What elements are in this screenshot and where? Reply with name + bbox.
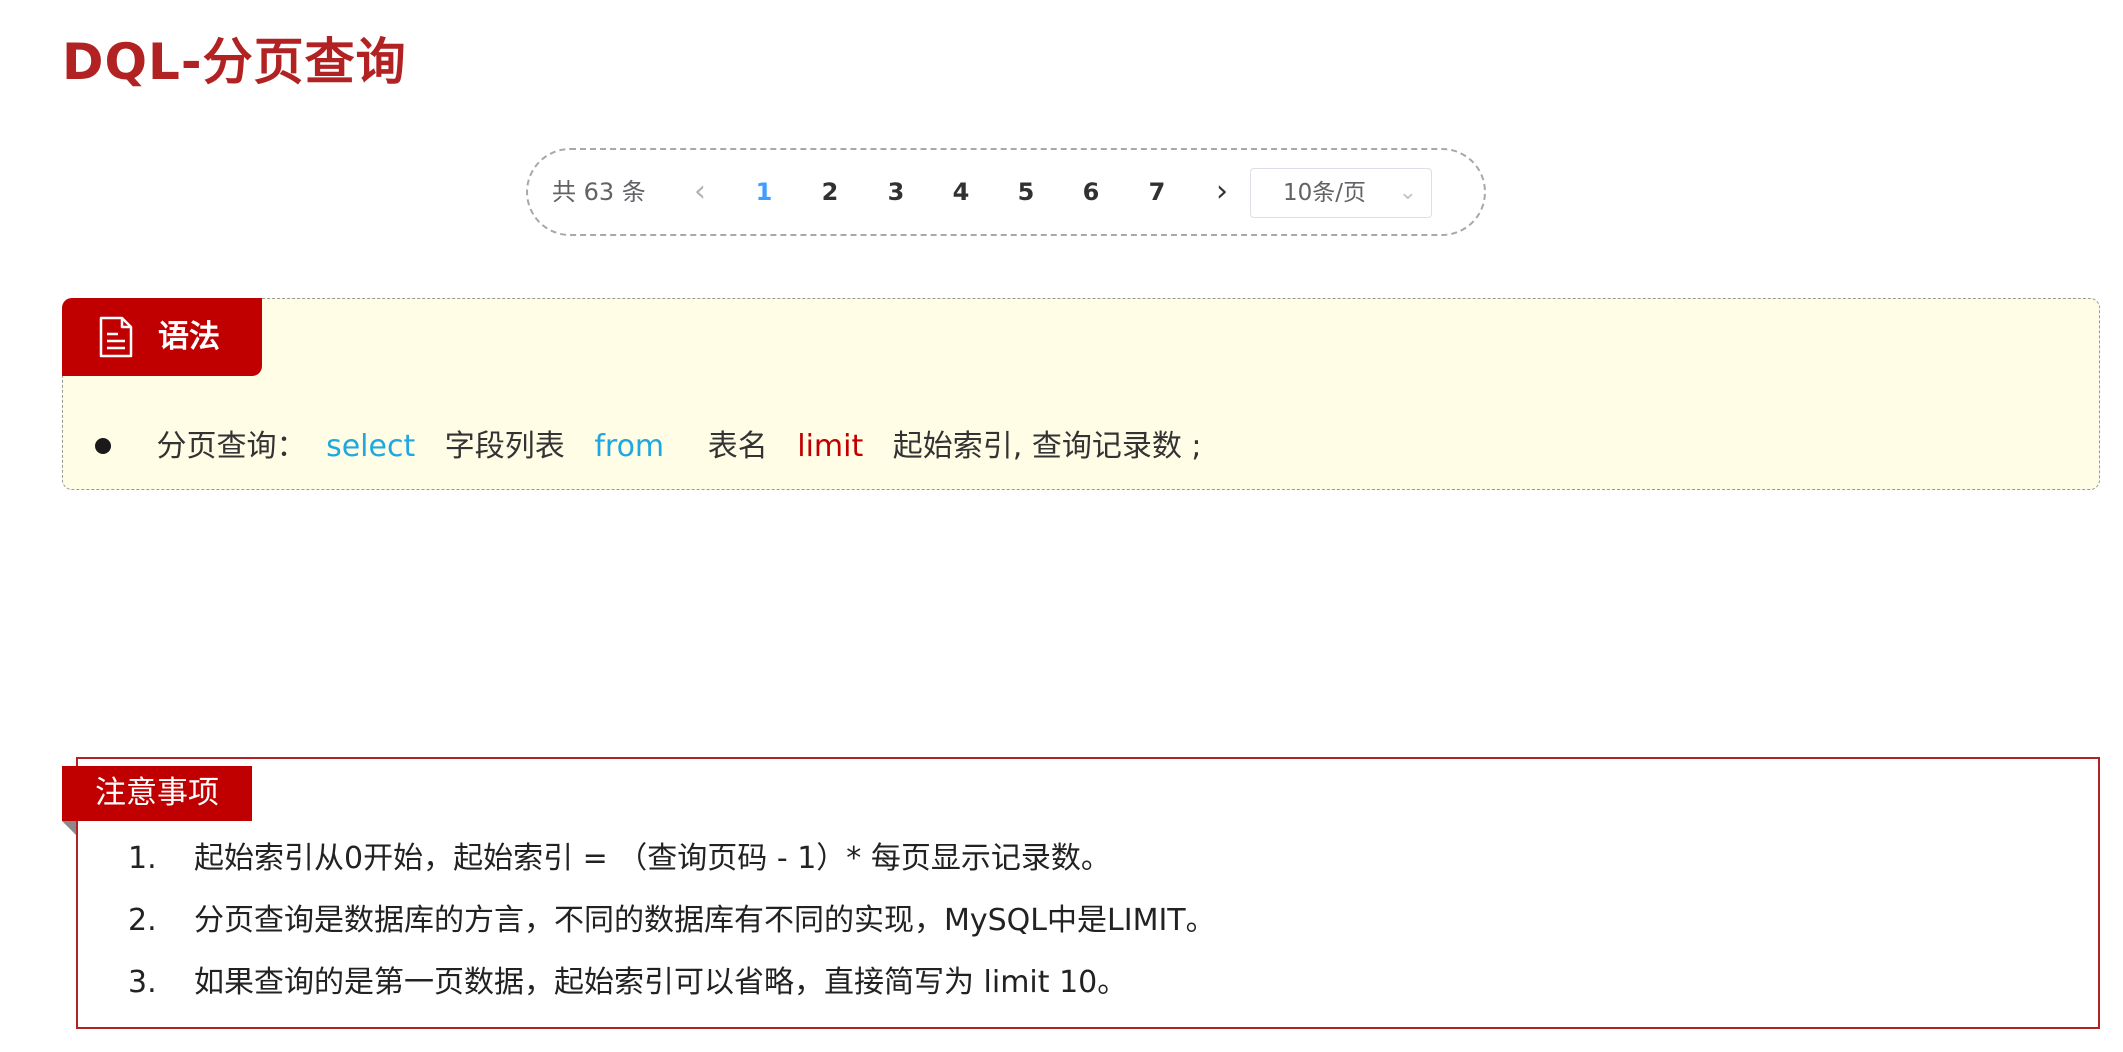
notes-tab-fold — [62, 821, 76, 835]
page-5-button[interactable]: 5 — [1004, 150, 1048, 234]
page-7-button[interactable]: 7 — [1135, 150, 1179, 234]
syntax-args: 起始索引, 查询记录数 ; — [892, 429, 1202, 464]
pagination-total: 共 63 条 — [552, 178, 646, 206]
list-item-text: 起始索引从0开始，起始索引 = （查询页码 - 1）* 每页显示记录数。 — [194, 841, 1111, 876]
next-page-button[interactable]: › — [1202, 150, 1242, 234]
syntax-prefix: 分页查询： — [156, 429, 307, 464]
syntax-fields: 字段列表 — [444, 429, 565, 464]
page-6-button[interactable]: 6 — [1069, 150, 1113, 234]
keyword-select: select — [326, 429, 416, 464]
syntax-table: 表名 — [707, 429, 768, 464]
page-3-button[interactable]: 3 — [874, 150, 918, 234]
list-item-text: 分页查询是数据库的方言，不同的数据库有不同的实现，MySQL中是LIMIT。 — [194, 903, 1216, 938]
notes-list: 1. 起始索引从0开始，起始索引 = （查询页码 - 1）* 每页显示记录数。 2… — [128, 836, 1216, 1022]
page-1-button[interactable]: 1 — [742, 150, 786, 234]
list-item-text: 如果查询的是第一页数据，起始索引可以省略，直接简写为 limit 10。 — [194, 965, 1128, 1000]
syntax-line: 分页查询： select 字段列表 from 表名 limit 起始索引, 查询… — [95, 421, 1212, 465]
page-title: DQL-分页查询 — [62, 33, 407, 91]
syntax-panel: 语法 分页查询： select 字段列表 from 表名 limit 起始索引,… — [62, 298, 2100, 490]
bullet-icon — [95, 437, 111, 454]
prev-page-button[interactable]: ‹ — [680, 150, 720, 234]
list-item: 3. 如果查询的是第一页数据，起始索引可以省略，直接简写为 limit 10。 — [128, 960, 1216, 1022]
page-size-value: 10条/页 — [1283, 180, 1367, 206]
list-item: 1. 起始索引从0开始，起始索引 = （查询页码 - 1）* 每页显示记录数。 — [128, 836, 1216, 898]
pagination: 共 63 条 ‹ 1 2 3 4 5 6 7 › 10条/页 ⌄ — [526, 148, 1486, 236]
document-icon — [99, 316, 133, 358]
list-item-number: 3. — [128, 965, 157, 1000]
page-4-button[interactable]: 4 — [939, 150, 983, 234]
page-2-button[interactable]: 2 — [808, 150, 852, 234]
list-item-number: 1. — [128, 841, 157, 876]
keyword-limit: limit — [797, 429, 864, 464]
notes-tab: 注意事项 — [62, 766, 252, 821]
syntax-tab-label: 语法 — [158, 319, 220, 355]
page-size-select[interactable]: 10条/页 ⌄ — [1250, 168, 1432, 218]
list-item: 2. 分页查询是数据库的方言，不同的数据库有不同的实现，MySQL中是LIMIT。 — [128, 898, 1216, 960]
syntax-tab: 语法 — [62, 298, 262, 376]
chevron-down-icon: ⌄ — [1398, 180, 1417, 205]
keyword-from: from — [594, 429, 665, 464]
list-item-number: 2. — [128, 903, 157, 938]
